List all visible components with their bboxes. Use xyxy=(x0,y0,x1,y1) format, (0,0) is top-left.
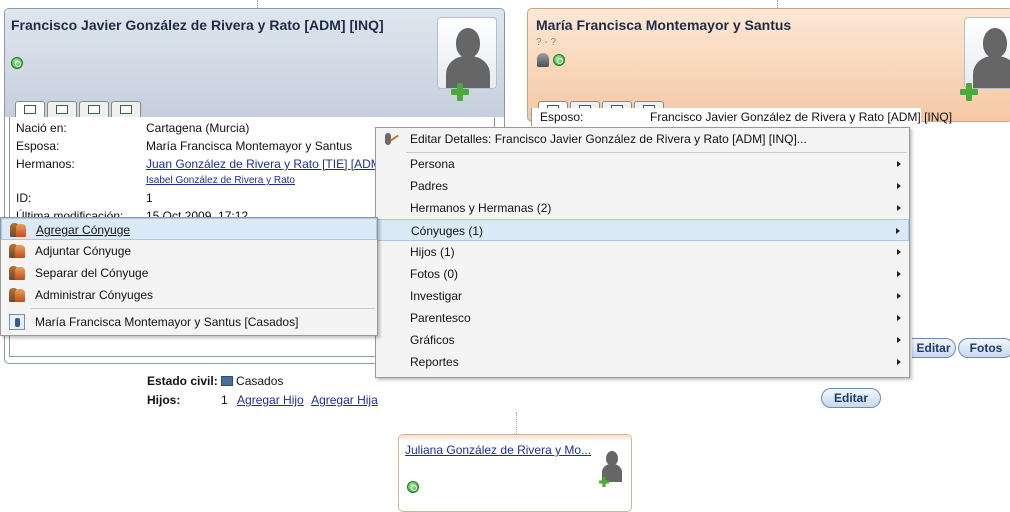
field-label: Esposo: xyxy=(540,110,584,124)
menu-item-label: Administrar Cónyuges xyxy=(35,288,154,302)
menu-item-editar-detalles[interactable]: Editar Detalles: Francisco Javier Gonzál… xyxy=(376,128,909,150)
menu-item-label: Reportes xyxy=(410,355,459,369)
field-value: Francisco Javier González de Rivera y Ra… xyxy=(650,110,953,124)
menu-item-separar-conyuge[interactable]: Separar del Cónyuge xyxy=(1,262,377,284)
menu-item-label: Hijos (1) xyxy=(410,245,455,259)
menu-item-investigar[interactable]: Investigar xyxy=(376,285,909,307)
menu-item-conyuges[interactable]: Cónyuges (1) xyxy=(376,219,909,241)
fotos-button[interactable]: Fotos xyxy=(958,338,1010,358)
tab-details-icon[interactable] xyxy=(15,101,45,117)
field-value: 1 xyxy=(146,191,153,205)
father-avatar[interactable] xyxy=(437,17,497,89)
submenu-arrow-icon xyxy=(897,359,901,365)
person-icon xyxy=(9,314,25,330)
menu-item-label: Separar del Cónyuge xyxy=(35,266,149,280)
mother-details-panel: Esposo: Francisco Javier González de Riv… xyxy=(531,108,952,126)
submenu-arrow-icon xyxy=(897,205,901,211)
father-card-tabs xyxy=(15,101,141,117)
submenu-arrow-icon xyxy=(897,293,901,299)
status-green-icon xyxy=(11,57,23,69)
status-green-icon xyxy=(553,54,565,66)
menu-item-hijos[interactable]: Hijos (1) xyxy=(376,241,909,263)
child-name[interactable]: Juliana González de Rivera y Mo... xyxy=(405,443,591,457)
add-photo-icon[interactable] xyxy=(960,83,978,101)
menu-item-parentesco[interactable]: Parentesco xyxy=(376,307,909,329)
submenu-arrow-icon xyxy=(896,228,900,234)
submenu-arrow-icon xyxy=(897,161,901,167)
submenu-arrow-icon xyxy=(897,337,901,343)
add-daughter-link[interactable]: Agregar Hija xyxy=(311,393,378,407)
submenu-arrow-icon xyxy=(897,249,901,255)
mother-name[interactable]: María Francisca Montemayor y Santus xyxy=(536,17,791,33)
menu-item-persona[interactable]: Persona xyxy=(376,153,909,175)
submenu-arrow-icon xyxy=(897,315,901,321)
editar-button[interactable]: Editar xyxy=(912,338,956,358)
menu-item-reportes[interactable]: Reportes xyxy=(376,351,909,373)
editar-family-button[interactable]: Editar xyxy=(821,388,881,408)
menu-item-label: Cónyuges (1) xyxy=(411,224,484,238)
field-value: María Francisca Montemayor y Santus xyxy=(146,139,353,153)
connector-line-top-right xyxy=(777,0,778,8)
estado-civil-label: Estado civil: xyxy=(147,374,218,388)
field-label: Hermanos: xyxy=(16,157,75,171)
field-label: Nació en: xyxy=(16,121,67,135)
menu-item-label: Gráficos xyxy=(410,333,455,347)
sibling-link[interactable]: Juan González de Rivera y Rato [TIE] [AD… xyxy=(146,157,384,171)
context-menu: Editar Detalles: Francisco Javier Gonzál… xyxy=(375,127,910,378)
attach-spouse-icon xyxy=(9,243,25,259)
menu-item-hermanos[interactable]: Hermanos y Hermanas (2) xyxy=(376,197,909,219)
hijos-count: 1 xyxy=(221,393,228,407)
child-card[interactable]: Juliana González de Rivera y Mo... xyxy=(398,434,632,512)
connector-line-top-left xyxy=(257,0,258,8)
menu-item-label: Parentesco xyxy=(410,311,471,325)
submenu-arrow-icon xyxy=(897,183,901,189)
menu-item-padres[interactable]: Padres xyxy=(376,175,909,197)
add-photo-icon[interactable] xyxy=(451,83,469,101)
married-icon xyxy=(221,376,234,386)
menu-item-label: Investigar xyxy=(410,289,463,303)
menu-item-fotos[interactable]: Fotos (0) xyxy=(376,263,909,285)
mother-card[interactable]: María Francisca Montemayor y Santus ? - … xyxy=(527,8,1010,122)
tab-photos-icon[interactable] xyxy=(111,101,141,117)
menu-item-agregar-conyuge[interactable]: Agregar Cónyuge xyxy=(1,218,377,240)
tab-home-icon[interactable] xyxy=(79,101,109,117)
field-value: Cartagena (Murcia) xyxy=(146,121,250,135)
field-label: ID: xyxy=(16,191,32,205)
add-son-link[interactable]: Agregar Hijo xyxy=(237,393,304,407)
tab-family-icon[interactable] xyxy=(47,101,77,117)
spouses-submenu: Agregar Cónyuge Adjuntar Cónyuge Separar… xyxy=(0,217,378,336)
separate-spouse-icon xyxy=(9,265,25,281)
status-green-icon xyxy=(407,481,419,493)
menu-item-administrar-conyuges[interactable]: Administrar Cónyuges xyxy=(1,284,377,306)
menu-item-spouse-maria[interactable]: María Francisca Montemayor y Santus [Cas… xyxy=(1,311,377,333)
menu-item-label: Agregar Cónyuge xyxy=(36,223,131,237)
deceased-icon xyxy=(537,53,549,67)
menu-item-label: Fotos (0) xyxy=(410,267,459,281)
menu-item-label: Hermanos y Hermanas (2) xyxy=(410,201,552,215)
mother-dates: ? - ? xyxy=(536,37,557,48)
edit-person-icon xyxy=(384,131,400,147)
submenu-arrow-icon xyxy=(897,271,901,277)
menu-item-label: Editar Detalles: Francisco Javier Gonzál… xyxy=(410,132,807,146)
field-label: Esposa: xyxy=(16,139,60,153)
menu-item-label: Padres xyxy=(410,179,449,193)
menu-separator xyxy=(31,308,375,309)
menu-item-label: María Francisca Montemayor y Santus [Cas… xyxy=(35,315,299,329)
connector-line-child xyxy=(516,412,517,434)
add-photo-icon[interactable] xyxy=(599,477,609,487)
menu-item-label: Adjuntar Cónyuge xyxy=(35,244,132,258)
hijos-label: Hijos: xyxy=(147,393,181,407)
menu-item-adjuntar-conyuge[interactable]: Adjuntar Cónyuge xyxy=(1,240,377,262)
mother-avatar[interactable] xyxy=(964,17,1010,89)
manage-spouses-icon xyxy=(9,287,25,303)
menu-item-graficos[interactable]: Gráficos xyxy=(376,329,909,351)
father-name[interactable]: Francisco Javier González de Rivera y Ra… xyxy=(11,17,384,33)
menu-item-label: Persona xyxy=(410,157,455,171)
add-spouse-icon xyxy=(10,222,26,238)
estado-civil-value: Casados xyxy=(236,374,284,388)
sibling-link[interactable]: Isabel González de Rivera y Rato xyxy=(146,175,295,186)
